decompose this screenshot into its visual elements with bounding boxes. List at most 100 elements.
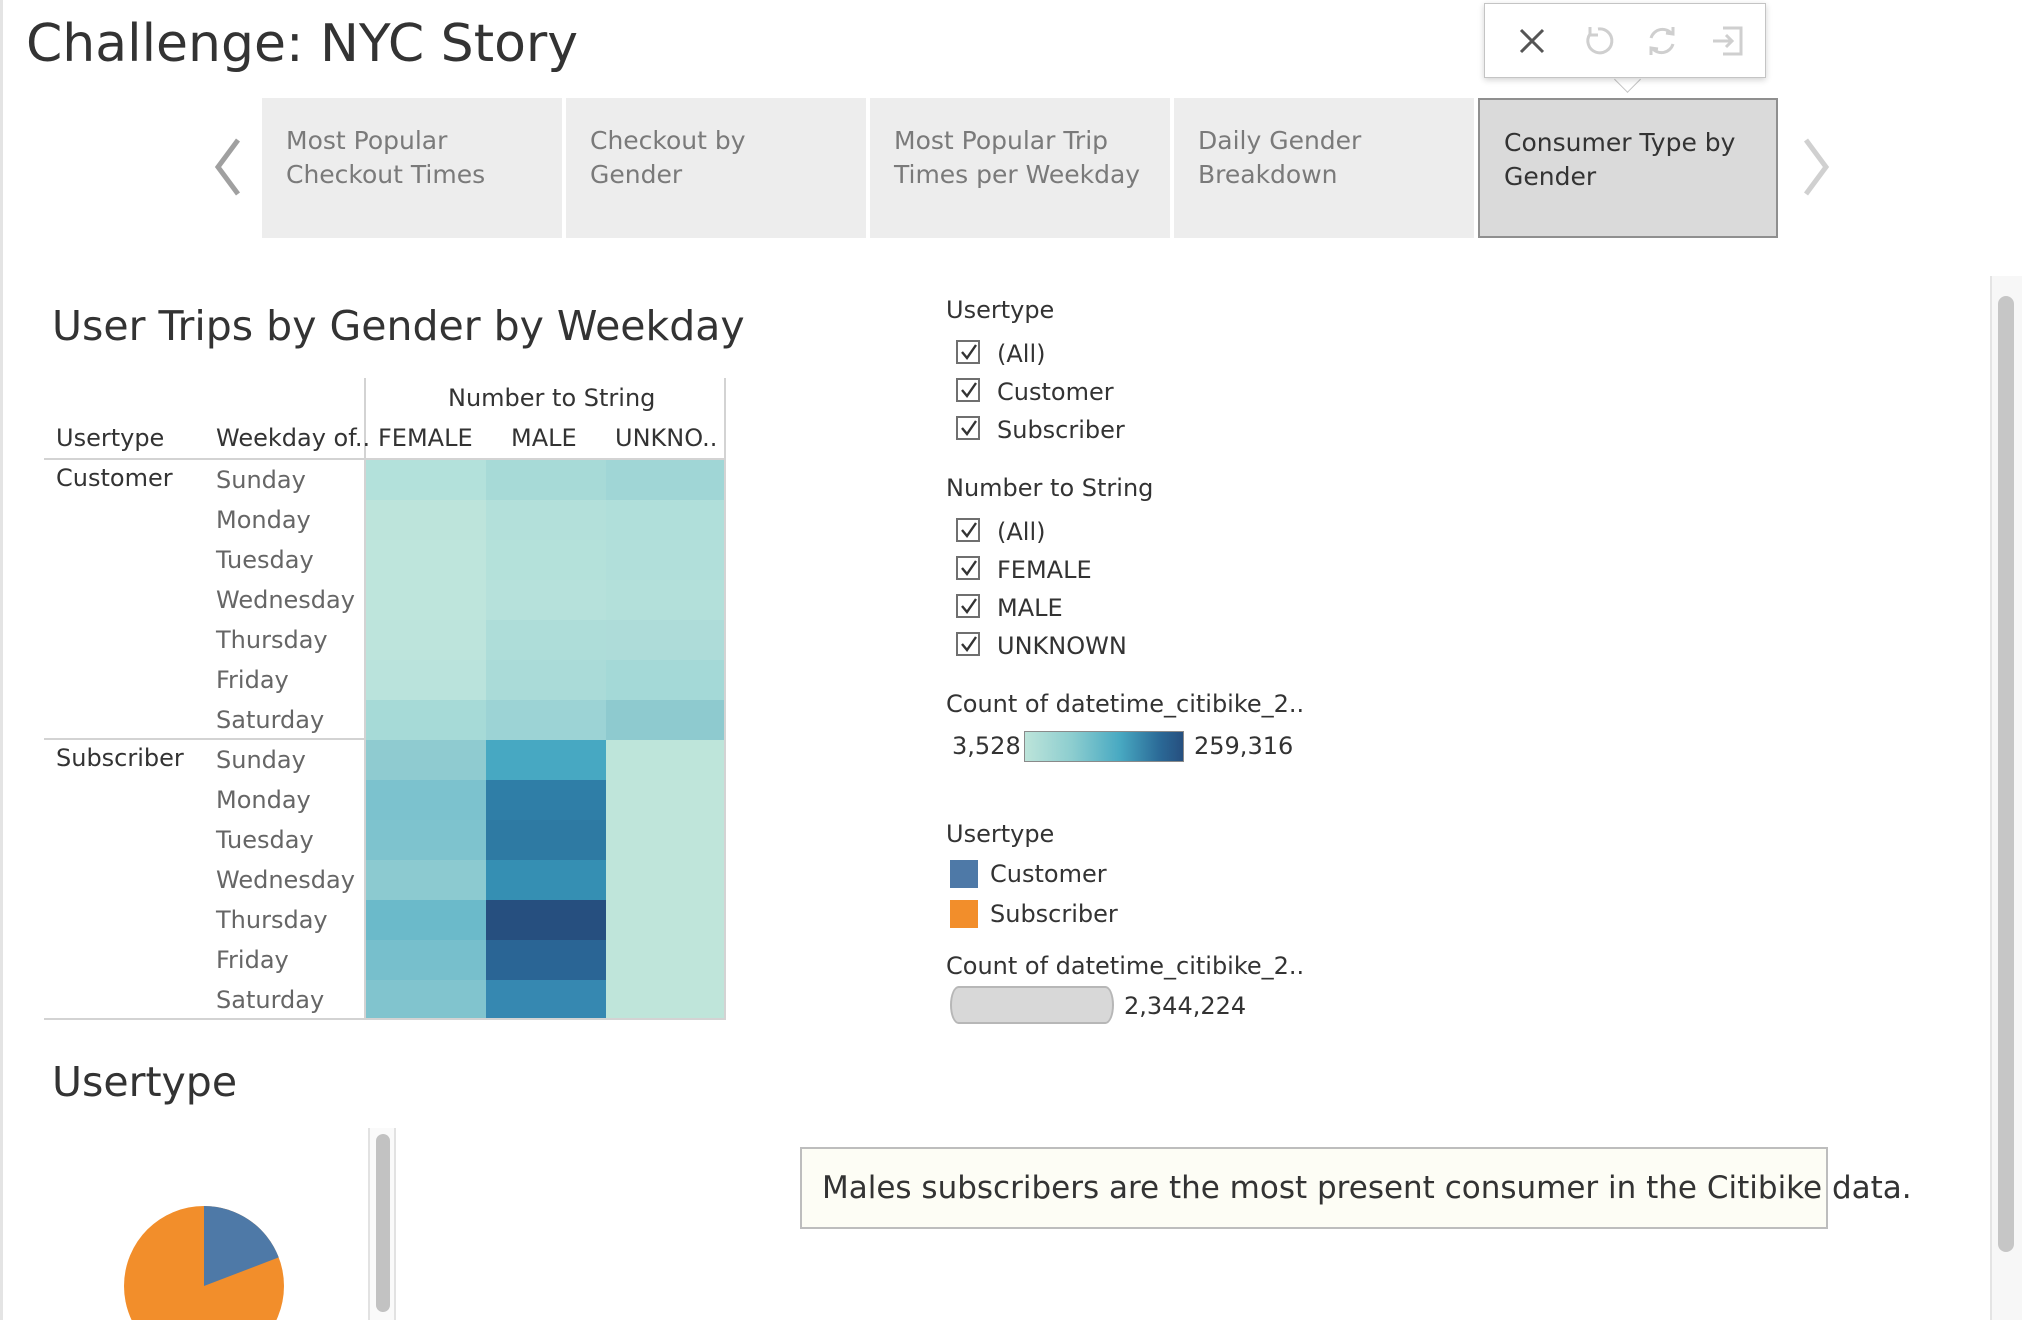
story-title: Challenge: NYC Story	[26, 14, 579, 74]
option-label: Customer	[997, 378, 1114, 406]
pie-title: Usertype	[52, 1058, 238, 1106]
heatmap-cell[interactable]	[366, 740, 486, 780]
heatmap-cell[interactable]	[486, 820, 606, 860]
day-label: Saturday	[216, 706, 325, 734]
story-toolbar	[1484, 3, 1766, 78]
heatmap-cell[interactable]	[486, 580, 606, 620]
heatmap-cell[interactable]	[486, 940, 606, 980]
day-label: Thursday	[216, 626, 328, 654]
option-label: (All)	[997, 518, 1046, 546]
heatmap-cell[interactable]	[486, 740, 606, 780]
heatmap-cell[interactable]	[606, 700, 724, 740]
heatmap-title: User Trips by Gender by Weekday	[52, 302, 745, 350]
undo-icon[interactable]	[1575, 18, 1621, 64]
heatmap-cell[interactable]	[606, 460, 724, 500]
size-legend-shape	[950, 986, 1114, 1024]
story-point-consumer-type[interactable]: Consumer Type by Gender	[1478, 98, 1778, 238]
heatmap-cell[interactable]	[486, 460, 606, 500]
table-bottom-border	[44, 1018, 726, 1020]
heatmap-cell[interactable]	[366, 500, 486, 540]
color-legend-title: Count of datetime_citibike_2..	[946, 690, 1305, 718]
heatmap-cell[interactable]	[486, 660, 606, 700]
heatmap-cell[interactable]	[366, 940, 486, 980]
heatmap-cell[interactable]	[366, 900, 486, 940]
heatmap-cell[interactable]	[366, 780, 486, 820]
option-label: MALE	[997, 594, 1063, 622]
previous-arrow-icon[interactable]	[208, 132, 248, 202]
close-icon[interactable]	[1509, 18, 1555, 64]
export-icon[interactable]	[1705, 18, 1751, 64]
heatmap-cell[interactable]	[606, 900, 724, 940]
checkbox[interactable]	[956, 340, 980, 364]
story-point-checkout-times[interactable]: Most Popular Checkout Times	[262, 98, 562, 238]
checkbox[interactable]	[956, 378, 980, 402]
table-right-border	[724, 378, 726, 1020]
story-point-checkout-by-gender[interactable]: Checkout by Gender	[566, 98, 866, 238]
option-label: FEMALE	[997, 556, 1092, 584]
day-label: Thursday	[216, 906, 328, 934]
heatmap-cell[interactable]	[366, 460, 486, 500]
heatmap-cell[interactable]	[486, 900, 606, 940]
heatmap-cell[interactable]	[366, 620, 486, 660]
left-edge	[0, 0, 3, 1320]
checkbox[interactable]	[956, 556, 980, 580]
checkbox[interactable]	[956, 594, 980, 618]
story-point-daily-gender[interactable]: Daily Gender Breakdown	[1174, 98, 1474, 238]
color-legend-max: 259,316	[1194, 732, 1294, 760]
heatmap-cell[interactable]	[606, 940, 724, 980]
page-scrollbar-thumb[interactable]	[1998, 296, 2014, 1252]
heatmap-cell[interactable]	[606, 740, 724, 780]
story-point-trip-times-weekday[interactable]: Most Popular Trip Times per Weekday	[870, 98, 1170, 238]
usertype-legend-title: Usertype	[946, 820, 1055, 848]
heatmap-cell[interactable]	[366, 700, 486, 740]
heatmap-cell[interactable]	[366, 540, 486, 580]
option-label: Subscriber	[997, 416, 1125, 444]
heatmap-cell[interactable]	[486, 860, 606, 900]
heatmap-cell[interactable]	[606, 620, 724, 660]
row-header-weekday: Weekday of..	[216, 424, 371, 452]
column-label-female: FEMALE	[378, 424, 473, 452]
day-label: Saturday	[216, 986, 325, 1014]
heatmap-cell[interactable]	[606, 780, 724, 820]
day-label: Sunday	[216, 466, 306, 494]
color-gradient-bar	[1024, 731, 1184, 762]
refresh-icon[interactable]	[1639, 18, 1685, 64]
checkbox[interactable]	[956, 416, 980, 440]
heatmap-cell[interactable]	[606, 580, 724, 620]
heatmap-cell[interactable]	[486, 700, 606, 740]
caption-text: Males subscribers are the most present c…	[822, 1170, 1912, 1206]
heatmap-cell[interactable]	[606, 660, 724, 700]
usertype-pie-chart	[124, 1206, 284, 1320]
heatmap-cell[interactable]	[486, 780, 606, 820]
heatmap-cell[interactable]	[486, 980, 606, 1018]
customer-swatch	[950, 860, 978, 888]
heatmap-cell[interactable]	[606, 820, 724, 860]
heatmap-cell[interactable]	[366, 860, 486, 900]
heatmap-cell[interactable]	[486, 620, 606, 660]
day-label: Monday	[216, 786, 311, 814]
row-header-usertype: Usertype	[56, 424, 165, 452]
color-legend-min: 3,528	[952, 732, 1021, 760]
customer-legend-label: Customer	[990, 860, 1107, 888]
heatmap-cell[interactable]	[486, 500, 606, 540]
heatmap-cell[interactable]	[366, 820, 486, 860]
gender-filter-title: Number to String	[946, 474, 1154, 502]
day-label: Tuesday	[216, 826, 314, 854]
subscriber-swatch	[950, 900, 978, 928]
heatmap-cell[interactable]	[606, 540, 724, 580]
heatmap-cell[interactable]	[366, 580, 486, 620]
option-label: UNKNOWN	[997, 632, 1127, 660]
heatmap-cell[interactable]	[486, 540, 606, 580]
heatmap-cell[interactable]	[606, 980, 724, 1018]
heatmap-cell[interactable]	[606, 500, 724, 540]
next-arrow-icon[interactable]	[1796, 132, 1836, 202]
day-label: Sunday	[216, 746, 306, 774]
heatmap-cell[interactable]	[606, 860, 724, 900]
checkbox[interactable]	[956, 632, 980, 656]
subscriber-legend-label: Subscriber	[990, 900, 1118, 928]
heatmap-cell[interactable]	[366, 660, 486, 700]
pie-scrollbar-thumb[interactable]	[376, 1134, 390, 1312]
heatmap-cell[interactable]	[366, 980, 486, 1018]
checkbox[interactable]	[956, 518, 980, 542]
option-label: (All)	[997, 340, 1046, 368]
